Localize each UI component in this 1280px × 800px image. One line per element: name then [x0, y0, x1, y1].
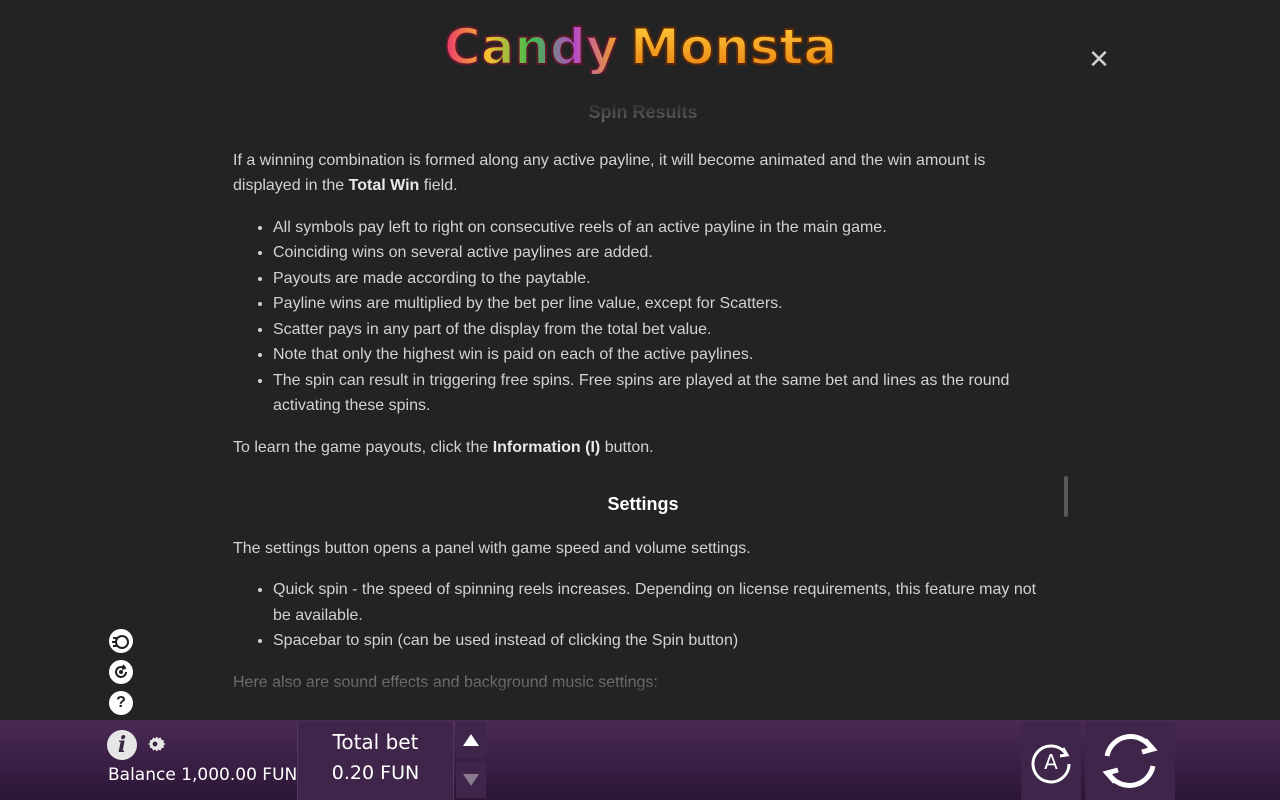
list-item: Payline wins are multiplied by the bet p… [273, 291, 1053, 317]
spin-button[interactable] [1085, 722, 1175, 800]
autoplay-button[interactable]: A [1021, 722, 1081, 800]
list-item: Scatter pays in any part of the display … [273, 317, 1053, 343]
spin-arrows-icon [1102, 734, 1158, 788]
logo-word-left: Candy [444, 18, 618, 74]
svg-text:A: A [1044, 750, 1058, 774]
scrollbar-thumb[interactable] [1064, 476, 1068, 517]
spin-results-title: Spin Results [588, 102, 698, 122]
arrow-up-icon [463, 734, 479, 746]
close-button[interactable]: ✕ [1087, 47, 1111, 73]
logo-word-right: Monsta [630, 18, 837, 74]
game-logo: Candy Monsta [440, 14, 840, 74]
list-item: Coinciding wins on several active paylin… [273, 240, 1053, 266]
help-icon[interactable]: ? [109, 691, 133, 715]
spin-rules-list: All symbols pay left to right on consecu… [233, 215, 1053, 419]
candy-monsta-logo: Candy Monsta [443, 17, 838, 74]
autoplay-circle-icon: A [1031, 744, 1071, 784]
total-bet-value: 0.20 FUN [331, 762, 420, 784]
info-button[interactable]: i [107, 730, 137, 760]
quick-spin-icon[interactable] [109, 629, 133, 653]
total-bet-label: Total bet [332, 730, 419, 754]
arrow-down-icon [463, 774, 479, 786]
gear-icon[interactable] [143, 732, 167, 756]
list-item: The spin can result in triggering free s… [273, 368, 1053, 419]
list-item: Payouts are made according to the paytab… [273, 266, 1053, 292]
help-content[interactable]: Spin Results If a winning combination is… [233, 100, 1053, 710]
bet-decrease-button[interactable] [456, 762, 486, 798]
list-item: All symbols pay left to right on consecu… [273, 215, 1053, 241]
autoplay-icon[interactable] [109, 660, 133, 684]
list-item: Note that only the highest win is paid o… [273, 342, 1053, 368]
settings-list: Quick spin - the speed of spinning reels… [233, 577, 1053, 654]
list-item: Quick spin - the speed of spinning reels… [273, 577, 1053, 628]
payouts-note: To learn the game payouts, click the Inf… [233, 438, 654, 456]
balance-display: Balance 1,000.00 FUN [108, 765, 298, 785]
settings-title: Settings [607, 494, 679, 514]
list-item: Spacebar to spin (can be used instead of… [273, 628, 1053, 654]
spin-results-intro: If a winning combination is formed along… [233, 151, 986, 195]
settings-intro: The settings button opens a panel with g… [233, 539, 751, 557]
total-bet-panel: Total bet 0.20 FUN [297, 722, 454, 800]
bet-increase-button[interactable] [456, 722, 486, 758]
sound-settings-line: Here also are sound effects and backgrou… [233, 673, 658, 691]
